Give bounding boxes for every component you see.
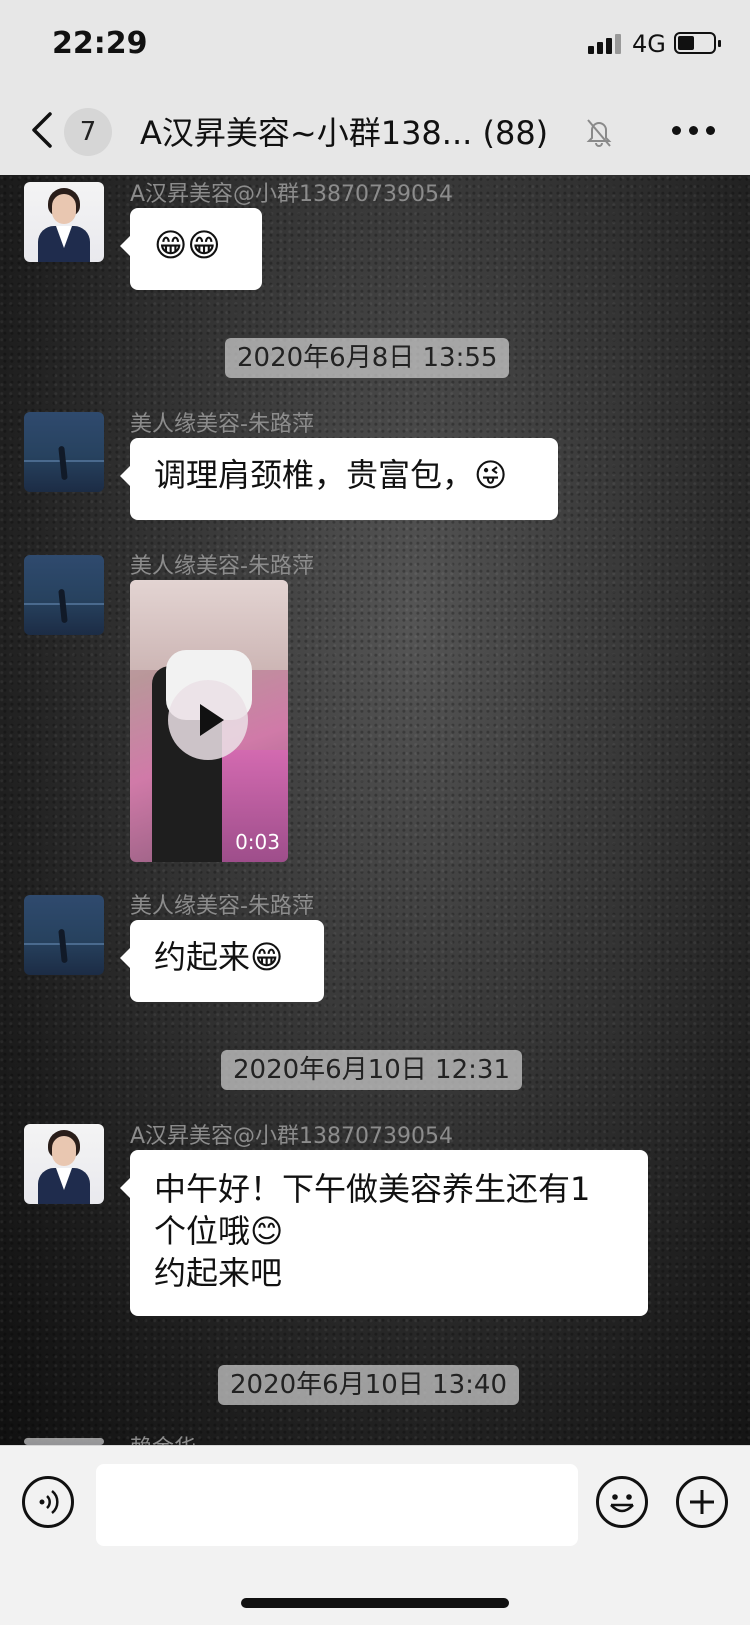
avatar[interactable] (24, 182, 104, 262)
avatar[interactable] (24, 1124, 104, 1204)
status-time: 22:29 (52, 26, 148, 61)
avatar[interactable] (24, 412, 104, 492)
bell-slash-icon (586, 119, 612, 147)
voice-icon[interactable] (22, 1476, 74, 1528)
signal-icon (588, 34, 624, 54)
top-bar: 22:29 4G 7 A汉昇美容~小群138... (88) (0, 0, 750, 176)
avatar[interactable] (24, 555, 104, 635)
timestamp: 2020年6月10日 12:31 (221, 1050, 522, 1090)
sender-name: 赖金华 (130, 1430, 196, 1445)
avatar[interactable] (24, 895, 104, 975)
sender-name: A汉昇美容@小群13870739054 (130, 1124, 454, 1149)
sender-name: 美人缘美容-朱路萍 (130, 894, 314, 919)
message-bubble[interactable]: 调理肩颈椎，贵富包，😜 (120, 438, 558, 520)
sender-name: 美人缘美容-朱路萍 (130, 554, 314, 579)
battery-icon (674, 32, 721, 54)
message-line: 个位哦😊 (154, 1212, 284, 1250)
network-type: 4G (632, 30, 666, 58)
unread-count-badge[interactable]: 7 (64, 108, 112, 156)
video-message[interactable]: 0:03 (130, 580, 288, 862)
message-input[interactable] (96, 1464, 578, 1546)
back-button[interactable] (28, 110, 58, 150)
chat-title: A汉昇美容~小群138... (88) (140, 114, 549, 152)
sender-name: A汉昇美容@小群13870739054 (130, 182, 454, 207)
plus-icon[interactable] (676, 1476, 728, 1528)
timestamp: 2020年6月10日 13:40 (218, 1365, 519, 1405)
more-options-button[interactable] (672, 124, 716, 138)
timestamp: 2020年6月8日 13:55 (225, 338, 510, 378)
message-line: 约起来吧 (154, 1254, 283, 1292)
video-duration: 0:03 (235, 830, 280, 854)
message-bubble[interactable]: 😁😁 (120, 208, 262, 290)
message-bubble[interactable]: 约起来😁 (120, 920, 324, 1002)
message-bubble[interactable]: 中午好！下午做美容养生还有1 个位哦😊 约起来吧 (120, 1150, 648, 1316)
smiley-icon[interactable] (596, 1476, 648, 1528)
play-icon[interactable] (168, 680, 248, 760)
sender-name: 美人缘美容-朱路萍 (130, 412, 314, 437)
home-indicator (241, 1598, 509, 1608)
message-line: 中午好！下午做美容养生还有1 (154, 1170, 591, 1208)
avatar[interactable] (24, 1438, 104, 1445)
